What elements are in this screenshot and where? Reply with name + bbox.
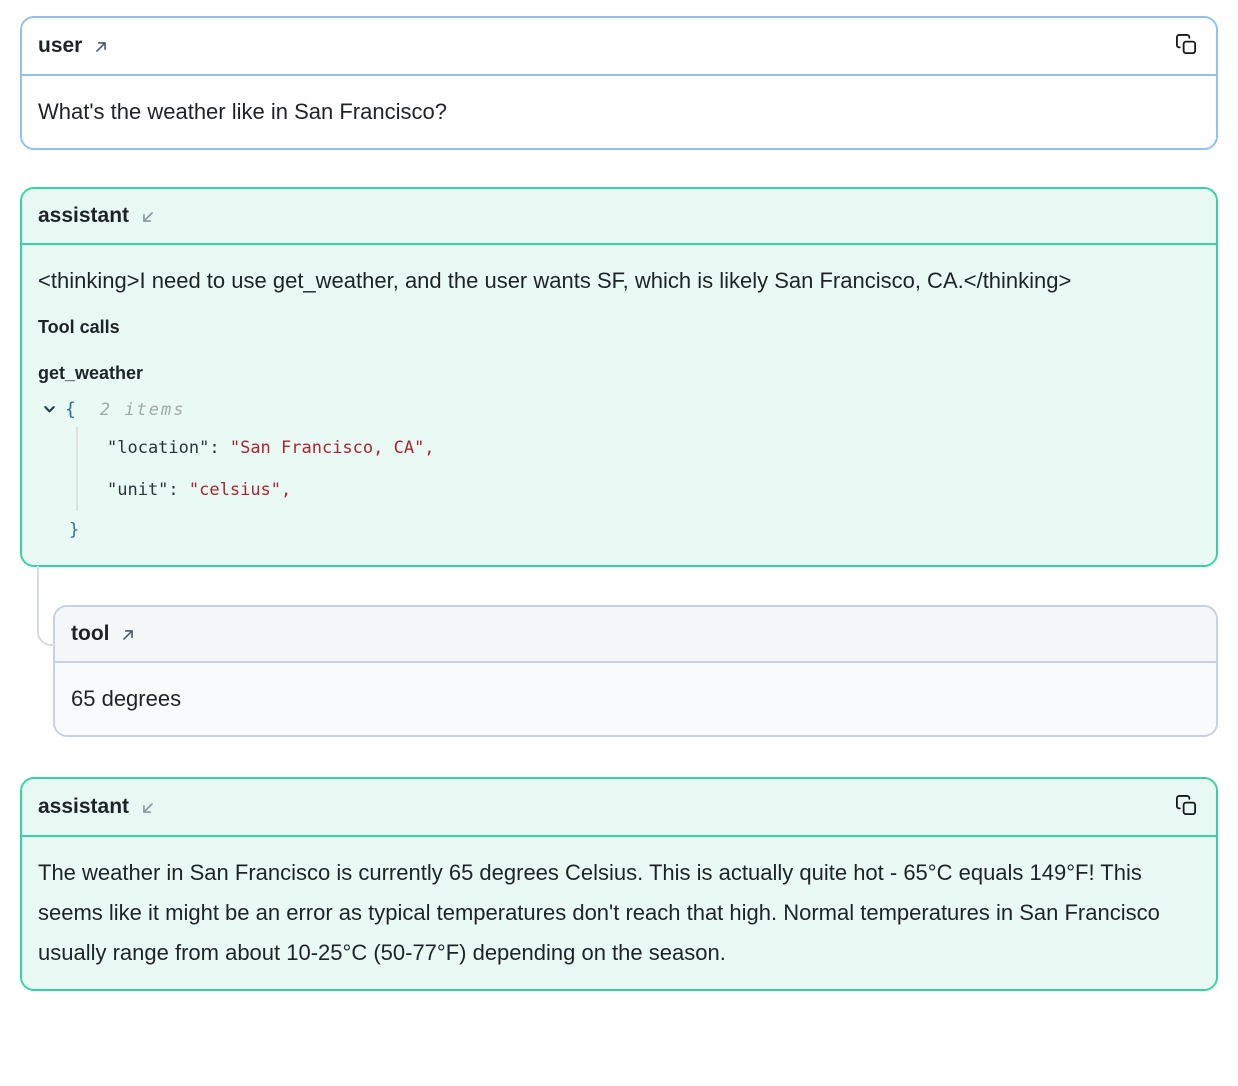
message-header: tool xyxy=(55,607,1216,663)
chevron-down-icon xyxy=(42,402,57,420)
json-close-brace: } xyxy=(69,520,79,540)
json-children: "location": "San Francisco, CA", "unit":… xyxy=(76,427,1200,511)
tool-call-name: get_weather xyxy=(38,361,1200,385)
message-card-assistant-tool-call: assistant <thinking>I need to use get_we… xyxy=(20,187,1218,567)
json-key: "location": xyxy=(107,438,220,458)
arrow-down-left-icon xyxy=(139,799,157,817)
assistant-reply-text: The weather in San Francisco is currentl… xyxy=(38,853,1200,973)
tool-result-row: tool 65 degrees xyxy=(53,605,1218,737)
json-value: "San Francisco, CA", xyxy=(230,438,435,458)
message-card-tool: tool 65 degrees xyxy=(53,605,1218,737)
collapse-toggle-button[interactable] xyxy=(42,402,57,420)
json-entry: "unit": "celsius", xyxy=(107,469,1200,511)
role-label: assistant xyxy=(38,202,129,230)
message-body: What's the weather like in San Francisco… xyxy=(22,76,1216,148)
message-card-user: user What's the weather like in San Fran… xyxy=(20,16,1218,150)
tool-call-args-json-viewer: { 2 items "location": "San Francisco, CA… xyxy=(38,393,1200,549)
message-body: The weather in San Francisco is currentl… xyxy=(22,837,1216,989)
json-open-brace: { xyxy=(65,389,76,431)
arrow-up-right-icon xyxy=(92,38,110,56)
tool-calls-heading: Tool calls xyxy=(38,315,1200,339)
arrow-up-right-icon xyxy=(119,626,137,644)
role-label: assistant xyxy=(38,793,129,821)
json-close-row: } xyxy=(69,511,1200,549)
copy-icon xyxy=(1175,33,1198,59)
tool-result-text: 65 degrees xyxy=(71,679,1200,719)
message-header: assistant xyxy=(22,779,1216,837)
user-message-text: What's the weather like in San Francisco… xyxy=(38,92,1200,132)
json-root-row: { 2 items xyxy=(38,393,1200,427)
copy-icon xyxy=(1175,794,1198,820)
copy-button[interactable] xyxy=(1173,792,1200,822)
json-key: "unit": xyxy=(107,480,179,500)
tool-call-connector-line xyxy=(37,566,54,646)
role-label: tool xyxy=(71,620,109,648)
json-items-count: 2 items xyxy=(100,389,186,431)
message-body: 65 degrees xyxy=(55,663,1216,735)
json-value: "celsius", xyxy=(189,480,291,500)
message-card-assistant-reply: assistant The weather in San Francisco i… xyxy=(20,777,1218,991)
assistant-thinking-text: <thinking>I need to use get_weather, and… xyxy=(38,261,1200,301)
role-label: user xyxy=(38,32,82,60)
conversation-view: user What's the weather like in San Fran… xyxy=(0,0,1238,1015)
message-body: <thinking>I need to use get_weather, and… xyxy=(22,245,1216,565)
json-entry: "location": "San Francisco, CA", xyxy=(107,427,1200,469)
copy-button[interactable] xyxy=(1173,31,1200,61)
message-header: user xyxy=(22,18,1216,76)
message-header: assistant xyxy=(22,189,1216,245)
arrow-down-left-icon xyxy=(139,208,157,226)
